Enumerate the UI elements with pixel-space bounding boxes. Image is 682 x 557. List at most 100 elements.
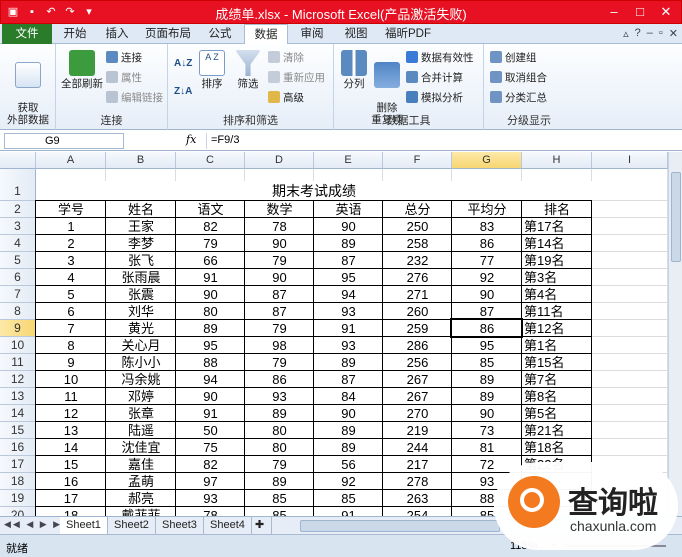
row-header[interactable]: 12 <box>0 371 36 388</box>
table-cell[interactable]: 黄光 <box>106 320 176 337</box>
table-cell[interactable]: 90 <box>176 388 245 405</box>
tab-data[interactable]: 数据 <box>244 24 288 45</box>
row-header[interactable]: 14 <box>0 405 36 422</box>
row-header[interactable]: 7 <box>0 286 36 303</box>
table-cell[interactable]: 219 <box>383 422 452 439</box>
table-header-cell[interactable]: 总分 <box>383 201 452 218</box>
table-cell[interactable]: 90 <box>245 235 314 252</box>
table-cell[interactable]: 259 <box>383 320 452 337</box>
advanced-filter-button[interactable]: 高级 <box>268 90 304 106</box>
table-cell[interactable]: 85 <box>245 507 314 516</box>
selected-cell-g9[interactable] <box>450 318 523 338</box>
filter-button[interactable]: 筛选 <box>230 50 266 90</box>
table-cell[interactable]: 89 <box>314 422 383 439</box>
column-header-i[interactable]: I <box>592 152 668 169</box>
table-cell[interactable]: 张飞 <box>106 252 176 269</box>
table-cell[interactable]: 86 <box>452 235 522 252</box>
sort-button[interactable]: A Z 排序 <box>196 50 228 90</box>
table-cell[interactable]: 85 <box>245 490 314 507</box>
sheet-tab-sheet3[interactable]: Sheet3 <box>156 517 204 534</box>
table-cell[interactable]: 第21名 <box>522 422 592 439</box>
clear-filter-button[interactable]: 清除 <box>268 50 304 66</box>
collapse-ribbon-icon[interactable]: ▵ <box>623 27 629 40</box>
tab-page-layout[interactable]: 页面布局 <box>140 24 196 44</box>
insert-function-icon[interactable]: fx <box>186 133 196 146</box>
table-cell[interactable]: 73 <box>452 422 522 439</box>
table-cell[interactable]: 82 <box>176 218 245 235</box>
table-cell[interactable]: 91 <box>176 269 245 286</box>
text-to-columns-button[interactable]: 分列 <box>338 50 370 90</box>
table-cell[interactable]: 97 <box>176 473 245 490</box>
table-cell[interactable]: 张震 <box>106 286 176 303</box>
close-button[interactable]: ✕ <box>653 1 679 23</box>
row-header[interactable]: 19 <box>0 490 36 507</box>
table-cell[interactable]: 第3名 <box>522 269 592 286</box>
table-cell[interactable]: 93 <box>245 388 314 405</box>
table-cell[interactable]: 267 <box>383 388 452 405</box>
sheet-tab-sheet4[interactable]: Sheet4 <box>204 517 252 534</box>
table-cell[interactable]: 79 <box>245 456 314 473</box>
table-cell[interactable]: 嘉佳 <box>106 456 176 473</box>
table-cell[interactable]: 10 <box>36 371 106 388</box>
sort-descending-button[interactable]: Z↓A <box>174 84 192 100</box>
column-header-f[interactable]: F <box>383 152 452 169</box>
table-cell[interactable]: 沈佳宜 <box>106 439 176 456</box>
table-header-cell[interactable]: 排名 <box>522 201 592 218</box>
table-cell[interactable]: 1 <box>36 218 106 235</box>
column-header-a[interactable]: A <box>36 152 106 169</box>
table-cell[interactable]: 89 <box>245 473 314 490</box>
group-button[interactable]: 创建组 <box>490 50 537 66</box>
sort-ascending-button[interactable]: A↓Z <box>174 56 192 72</box>
table-cell[interactable]: 90 <box>314 405 383 422</box>
table-cell[interactable]: 郝亮 <box>106 490 176 507</box>
insert-sheet-icon[interactable]: ✚ <box>252 517 272 534</box>
table-cell[interactable]: 93 <box>176 490 245 507</box>
table-cell[interactable]: 第8名 <box>522 388 592 405</box>
row-header[interactable]: 6 <box>0 269 36 286</box>
table-cell[interactable]: 250 <box>383 218 452 235</box>
table-cell[interactable]: 90 <box>452 405 522 422</box>
table-cell[interactable]: 80 <box>176 303 245 320</box>
table-cell[interactable]: 89 <box>314 439 383 456</box>
row-header[interactable]: 18 <box>0 473 36 490</box>
maximize-button[interactable]: □ <box>627 1 653 23</box>
table-cell[interactable]: 79 <box>176 235 245 252</box>
row-header[interactable]: 2 <box>0 201 36 218</box>
table-header-cell[interactable]: 英语 <box>314 201 383 218</box>
data-validation-button[interactable]: 数据有效性 <box>406 50 474 66</box>
table-cell[interactable]: 92 <box>314 473 383 490</box>
row-header[interactable]: 8 <box>0 303 36 320</box>
row-header[interactable]: 13 <box>0 388 36 405</box>
table-cell[interactable]: 刘华 <box>106 303 176 320</box>
table-cell[interactable]: 254 <box>383 507 452 516</box>
table-cell[interactable]: 8 <box>36 337 106 354</box>
table-cell[interactable]: 50 <box>176 422 245 439</box>
sheet-tab-sheet1[interactable]: Sheet1 <box>60 517 108 534</box>
workbook-close-icon[interactable]: ✕ <box>669 27 678 40</box>
table-cell[interactable]: 271 <box>383 286 452 303</box>
table-cell[interactable]: 90 <box>452 286 522 303</box>
table-cell[interactable]: 66 <box>176 252 245 269</box>
table-cell[interactable]: 78 <box>176 507 245 516</box>
table-cell[interactable]: 87 <box>314 371 383 388</box>
table-cell[interactable]: 91 <box>314 320 383 337</box>
table-cell[interactable]: 86 <box>245 371 314 388</box>
table-header-cell[interactable]: 语文 <box>176 201 245 218</box>
tab-view[interactable]: 视图 <box>336 24 376 44</box>
table-cell[interactable]: 90 <box>176 286 245 303</box>
table-cell[interactable]: 第17名 <box>522 218 592 235</box>
row-header[interactable]: 15 <box>0 422 36 439</box>
sheet-tab-sheet2[interactable]: Sheet2 <box>108 517 156 534</box>
help-icon[interactable]: ? <box>635 27 641 40</box>
table-cell[interactable]: 张章 <box>106 405 176 422</box>
table-cell[interactable]: 冯余姚 <box>106 371 176 388</box>
table-cell[interactable]: 90 <box>245 269 314 286</box>
table-cell[interactable]: 93 <box>314 303 383 320</box>
row-header[interactable]: 16 <box>0 439 36 456</box>
table-cell[interactable]: 7 <box>36 320 106 337</box>
table-cell[interactable]: 89 <box>245 405 314 422</box>
connections-button[interactable]: 连接 <box>106 50 142 66</box>
table-cell[interactable]: 258 <box>383 235 452 252</box>
horizontal-scrollbar[interactable] <box>300 520 500 532</box>
table-cell[interactable]: 87 <box>245 286 314 303</box>
